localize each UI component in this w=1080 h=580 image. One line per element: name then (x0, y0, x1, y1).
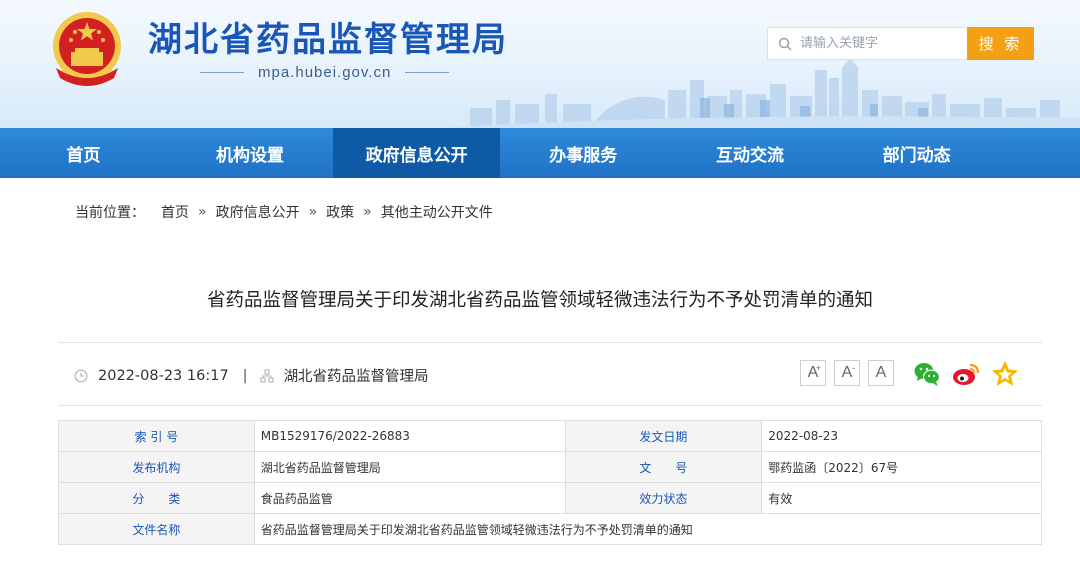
meta-separator: | (242, 367, 248, 384)
search-box (767, 27, 967, 60)
org-icon (260, 368, 274, 383)
docno-value: 鄂药监函〔2022〕67号 (761, 451, 1042, 483)
docno-label: 文 号 (564, 451, 763, 483)
clock-icon (74, 369, 88, 382)
breadcrumb-link-other-files[interactable]: 其他主动公开文件 (381, 202, 493, 222)
date-value: 2022-08-23 (761, 420, 1042, 452)
breadcrumb: 当前位置： 首页 » 政府信息公开 » 政策 » 其他主动公开文件 (75, 202, 493, 222)
table-row: 发布机构 湖北省药品监督管理局 文 号 鄂药监函〔2022〕67号 (58, 451, 1042, 483)
national-emblem-logo (53, 12, 121, 86)
weibo-icon[interactable] (951, 359, 981, 389)
nav-item-home[interactable]: 首页 (0, 128, 167, 178)
category-label: 分 类 (58, 482, 255, 514)
article-title: 省药品监督管理局关于印发湖北省药品监管领域轻微违法行为不予处罚清单的通知 (206, 290, 873, 311)
publish-datetime: 2022-08-23 16:17 (98, 367, 229, 384)
filename-label: 文件名称 (58, 513, 255, 545)
category-value: 食品药品监管 (253, 482, 566, 514)
document-info-table: 索 引 号 MB1529176/2022-26883 发文日期 2022-08-… (58, 420, 1043, 545)
font-decrease-label: A (841, 364, 853, 381)
nav-item-department-news[interactable]: 部门动态 (833, 128, 1000, 178)
font-reset-label: A (875, 364, 887, 381)
breadcrumb-prefix: 当前位置： (75, 205, 145, 221)
search-icon (778, 37, 792, 51)
search-button[interactable]: 搜 索 (967, 27, 1034, 60)
site-domain-row: mpa.hubei.gov.cn (200, 62, 450, 82)
date-label: 发文日期 (564, 420, 763, 452)
share-tools (912, 359, 1029, 389)
nav-item-services[interactable]: 办事服务 (500, 128, 667, 178)
star-favorite-icon[interactable] (990, 359, 1020, 389)
breadcrumb-separator: » (308, 204, 318, 220)
font-decrease-button[interactable]: A- (834, 360, 860, 386)
index-value: MB1529176/2022-26883 (253, 420, 566, 452)
validity-label: 效力状态 (564, 482, 763, 514)
breadcrumb-link-home[interactable]: 首页 (161, 202, 189, 222)
divider (405, 71, 450, 73)
font-increase-button[interactable]: A + (800, 360, 826, 386)
main-nav: 首页 机构设置 政府信息公开 办事服务 互动交流 部门动态 (0, 128, 1080, 178)
site-domain: mpa.hubei.gov.cn (258, 63, 392, 81)
article-meta-bar: 2022-08-23 16:17 | 湖北省药品监督管理局 A + A- A (58, 342, 1042, 406)
search-input[interactable] (800, 36, 960, 51)
filename-value: 省药品监督管理局关于印发湖北省药品监管领域轻微违法行为不予处罚清单的通知 (253, 513, 1043, 545)
divider (200, 71, 244, 73)
table-row: 分 类 食品药品监管 效力状态 有效 (58, 482, 1042, 514)
plus-icon: + (815, 363, 821, 373)
minus-icon: - (852, 363, 855, 373)
nav-item-organization[interactable]: 机构设置 (167, 128, 334, 178)
article-meta-info: 2022-08-23 16:17 | 湖北省药品监督管理局 (74, 365, 429, 386)
font-reset-button[interactable]: A (868, 360, 894, 386)
site-title[interactable]: 湖北省药品监督管理局 (148, 12, 508, 61)
font-size-controls: A + A- A (800, 360, 902, 386)
site-header: 湖北省药品监督管理局 mpa.hubei.gov.cn 搜 索 (0, 0, 1080, 128)
wechat-icon[interactable] (912, 359, 942, 389)
breadcrumb-link-gov-info[interactable]: 政府信息公开 (216, 202, 300, 222)
breadcrumb-link-policy[interactable]: 政策 (326, 202, 354, 222)
validity-value: 有效 (761, 482, 1042, 514)
nav-item-interaction[interactable]: 互动交流 (667, 128, 834, 178)
article-source: 湖北省药品监督管理局 (283, 369, 429, 385)
breadcrumb-separator: » (363, 204, 372, 220)
table-row: 文件名称 省药品监督管理局关于印发湖北省药品监管领域轻微违法行为不予处罚清单的通… (58, 513, 1043, 545)
table-row: 索 引 号 MB1529176/2022-26883 发文日期 2022-08-… (58, 420, 1042, 452)
publisher-label: 发布机构 (58, 451, 255, 483)
nav-item-gov-info-disclosure[interactable]: 政府信息公开 (333, 128, 500, 178)
publisher-value: 湖北省药品监督管理局 (253, 451, 566, 483)
index-label: 索 引 号 (58, 420, 255, 452)
breadcrumb-separator: » (198, 204, 207, 220)
